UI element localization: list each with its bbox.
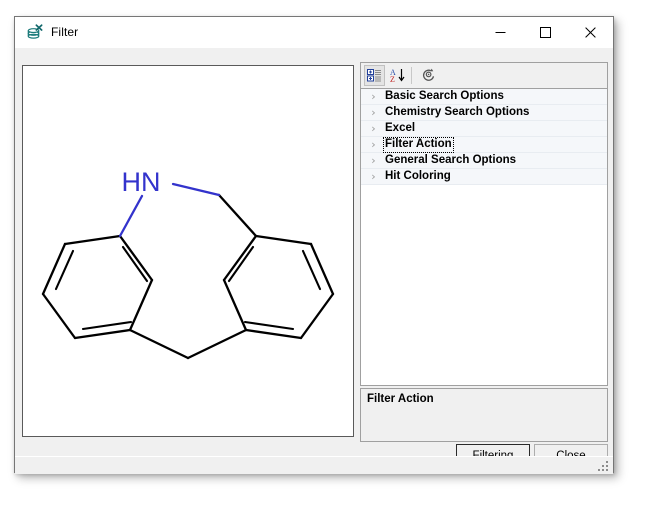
categorized-view-icon[interactable] (364, 65, 385, 86)
dialog-body: HN (15, 48, 613, 474)
property-category-row[interactable]: ›Excel (361, 121, 607, 137)
close-window-button[interactable] (568, 17, 613, 47)
property-grid-toolbar: A Z (361, 63, 607, 89)
property-category-label: Chemistry Search Options (383, 105, 531, 121)
property-category-label: Hit Coloring (383, 169, 453, 185)
chevron-right-icon[interactable]: › (367, 137, 380, 153)
filter-dialog-window: Filter (14, 16, 614, 473)
reset-properties-icon[interactable] (418, 65, 439, 86)
property-category-row[interactable]: ›Basic Search Options (361, 89, 607, 105)
property-category-row[interactable]: ›General Search Options (361, 153, 607, 169)
property-category-list[interactable]: ›Basic Search Options›Chemistry Search O… (361, 89, 607, 385)
chevron-right-icon[interactable]: › (367, 89, 380, 105)
property-category-label: General Search Options (383, 153, 518, 169)
minimize-button[interactable] (478, 17, 523, 47)
chevron-right-icon[interactable]: › (367, 153, 380, 169)
property-category-row[interactable]: ›Filter Action (361, 137, 607, 153)
chevron-right-icon[interactable]: › (367, 121, 380, 137)
maximize-button[interactable] (523, 17, 568, 47)
description-title: Filter Action (367, 393, 434, 405)
status-strip (15, 456, 613, 474)
title-bar: Filter (15, 17, 613, 48)
chevron-right-icon[interactable]: › (367, 105, 380, 121)
molecule-drawing: HN (23, 66, 353, 436)
chemical-structure-preview[interactable]: HN (22, 65, 354, 437)
property-category-label: Filter Action (383, 137, 454, 153)
property-category-label: Excel (383, 121, 417, 137)
window-title: Filter (51, 25, 78, 39)
resize-grip-icon[interactable] (597, 459, 610, 472)
property-category-row[interactable]: ›Hit Coloring (361, 169, 607, 185)
screen-root: Filter (0, 0, 661, 528)
toolbar-separator (411, 67, 412, 84)
chevron-right-icon[interactable]: › (367, 169, 380, 185)
sort-az-icon[interactable]: A Z (387, 65, 408, 86)
svg-text:Z: Z (390, 75, 395, 83)
database-stack-x-icon (26, 24, 44, 42)
property-grid: A Z (360, 62, 608, 386)
property-category-label: Basic Search Options (383, 89, 506, 105)
property-category-row[interactable]: ›Chemistry Search Options (361, 105, 607, 121)
property-description-pane: Filter Action (360, 388, 608, 442)
